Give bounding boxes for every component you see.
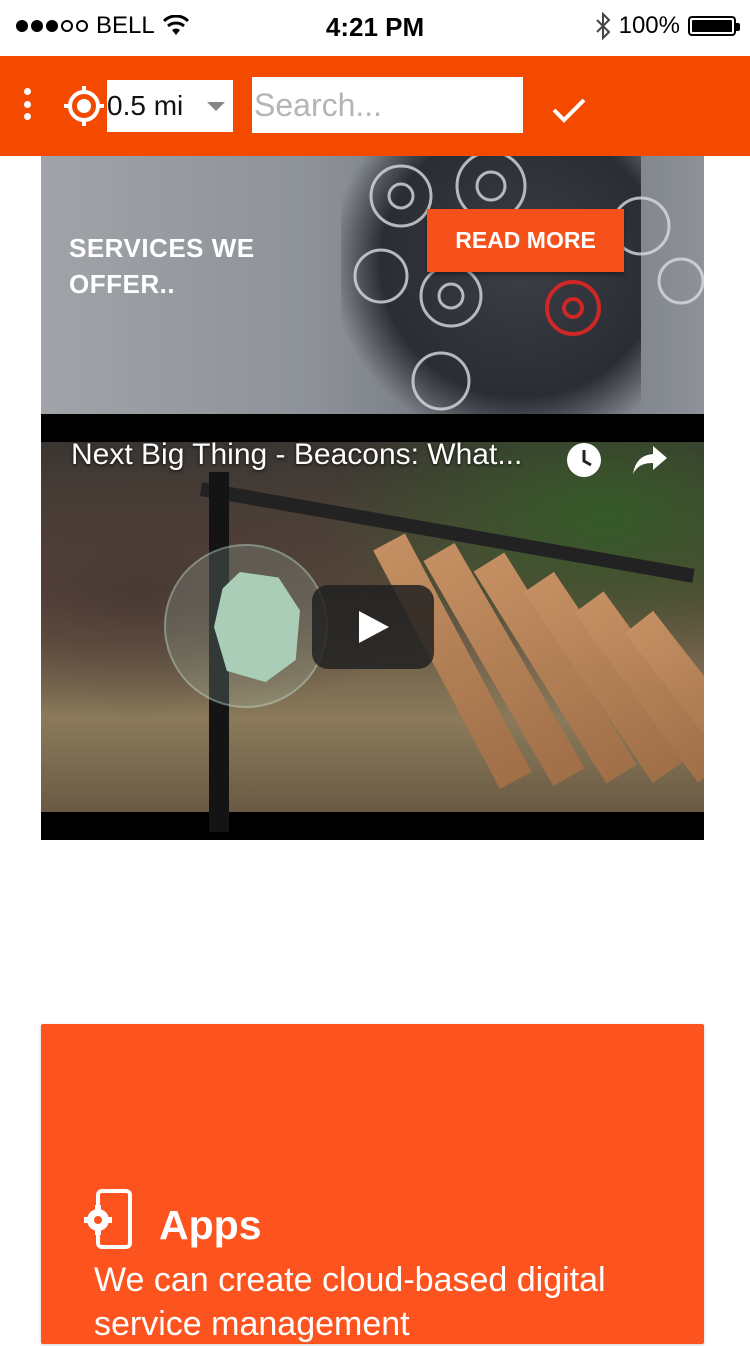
play-icon: [359, 611, 389, 643]
banner-heading: SERVICES WE OFFER..: [69, 233, 255, 299]
video-title[interactable]: Next Big Thing - Beacons: What...: [71, 438, 522, 472]
video-player[interactable]: Next Big Thing - Beacons: What...: [41, 414, 704, 840]
phone-settings-icon: [84, 1189, 132, 1249]
bluetooth-icon: [595, 12, 611, 40]
share-icon[interactable]: [631, 444, 669, 476]
battery-icon: [688, 16, 740, 36]
apps-card[interactable]: Apps We can create cloud-based digital s…: [41, 1024, 704, 1344]
status-bar: BELL 4:21 PM 100%: [0, 0, 750, 56]
clock-icon[interactable]: [566, 442, 602, 478]
distance-value: 0.5 mi: [107, 90, 184, 121]
battery-percent: 100%: [618, 12, 680, 39]
play-button[interactable]: [312, 585, 434, 669]
top-toolbar: 0.5 mi: [0, 56, 750, 156]
gears-illustration: [353, 156, 704, 411]
read-more-button[interactable]: READ MORE: [427, 209, 624, 272]
status-right: 100%: [595, 12, 740, 40]
check-icon[interactable]: [548, 90, 590, 130]
services-banner: SERVICES WE OFFER.. READ MORE: [41, 156, 704, 414]
apps-title: Apps: [159, 1202, 262, 1248]
apps-description: We can create cloud-based digital servic…: [94, 1261, 606, 1343]
distance-select[interactable]: 0.5 mi: [107, 80, 233, 132]
more-vert-icon[interactable]: [18, 88, 36, 120]
chevron-down-icon: [207, 102, 225, 111]
gps-target-icon[interactable]: [62, 84, 106, 128]
search-input[interactable]: [252, 77, 523, 133]
